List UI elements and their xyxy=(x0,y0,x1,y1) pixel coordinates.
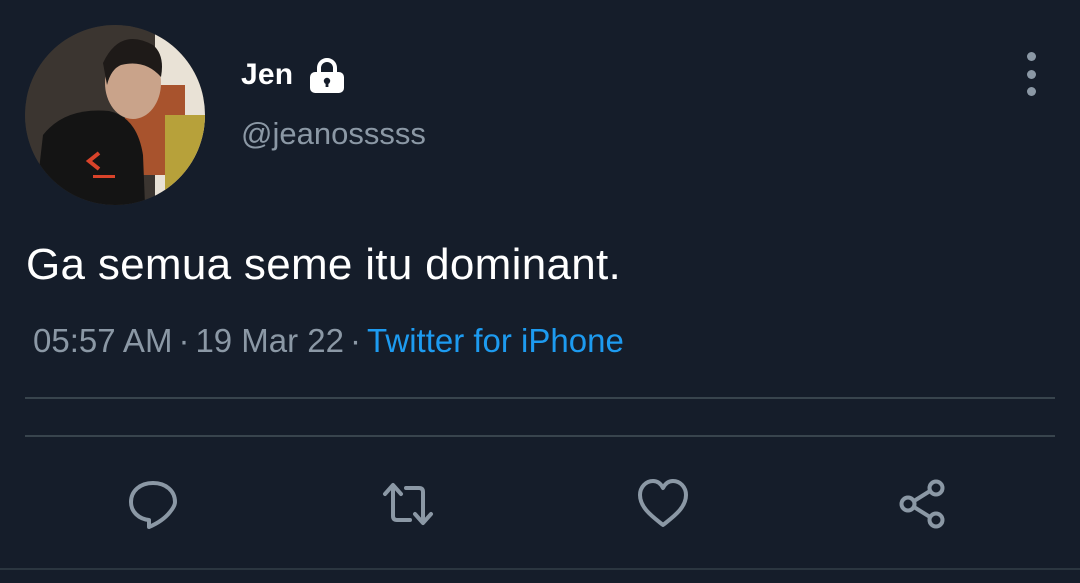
retweet-button[interactable] xyxy=(378,474,438,534)
share-icon xyxy=(899,479,945,529)
dot xyxy=(1026,69,1036,79)
meta-separator: · xyxy=(178,322,190,359)
tweet-text: Ga semua seme itu dominant. xyxy=(26,240,622,289)
like-button[interactable] xyxy=(633,474,693,534)
display-name[interactable]: Jen xyxy=(241,58,293,92)
tweet-detail: Jen @jeanosssss Ga semua seme itu domina… xyxy=(0,0,1080,583)
tweet-meta: 05:57 AM · 19 Mar 22 · Twitter for iPhone xyxy=(33,322,624,360)
reply-icon xyxy=(129,481,177,529)
display-name-row: Jen xyxy=(241,55,345,95)
share-button[interactable] xyxy=(893,474,953,534)
dot xyxy=(1026,87,1036,96)
divider xyxy=(25,435,1055,437)
reply-button[interactable] xyxy=(123,474,183,534)
tweet-source-link[interactable]: Twitter for iPhone xyxy=(367,322,624,359)
heart-icon xyxy=(638,479,688,527)
divider xyxy=(25,397,1055,399)
avatar[interactable] xyxy=(25,25,205,205)
divider xyxy=(0,568,1080,570)
lock-icon xyxy=(309,56,345,94)
retweet-icon xyxy=(383,483,433,525)
meta-separator: · xyxy=(350,322,362,359)
more-vertical-icon[interactable] xyxy=(1016,52,1046,96)
dot xyxy=(1026,52,1036,61)
tweet-time: 05:57 AM xyxy=(33,322,173,359)
tweet-date: 19 Mar 22 xyxy=(195,322,345,359)
user-handle[interactable]: @jeanosssss xyxy=(241,116,426,152)
avatar-image xyxy=(25,25,205,205)
